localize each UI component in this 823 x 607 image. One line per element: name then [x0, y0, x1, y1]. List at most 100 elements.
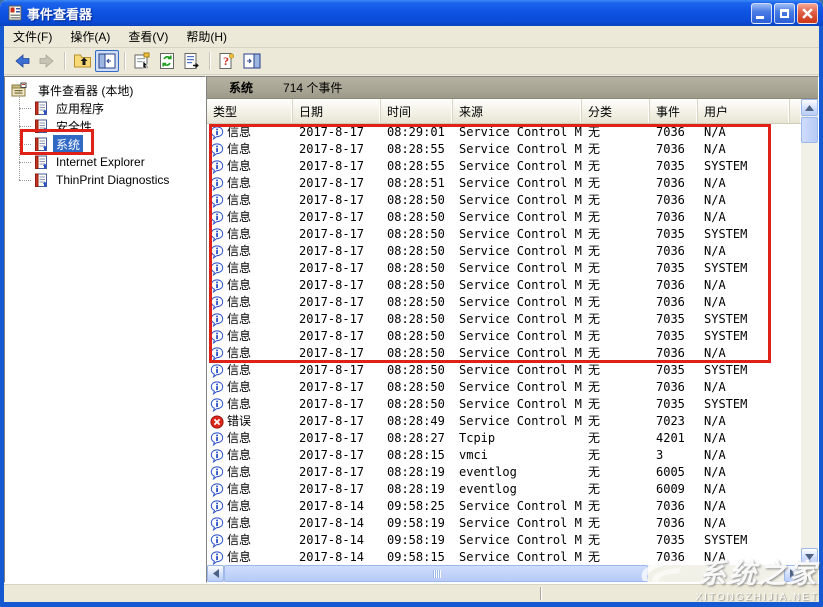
up-folder-button[interactable]	[70, 50, 94, 72]
event-user: N/A	[698, 124, 790, 141]
scroll-left-button[interactable]	[207, 565, 224, 582]
back-button[interactable]	[10, 50, 34, 72]
event-row[interactable]: 错误 2017-8-17 08:28:49 Service Control M.…	[207, 413, 801, 430]
tree-item-ThinPrint Diagnostics[interactable]: ThinPrint Diagnostics	[5, 171, 205, 189]
event-user: N/A	[698, 277, 790, 294]
event-id: 7036	[650, 277, 698, 294]
event-source: Service Control M...	[453, 277, 582, 294]
information-icon	[210, 296, 224, 310]
event-category: 无	[582, 430, 650, 447]
properties-button[interactable]	[130, 50, 154, 72]
information-icon	[210, 449, 224, 463]
scroll-up-button[interactable]	[801, 99, 818, 116]
event-row[interactable]: 信息 2017-8-14 09:58:19 Service Control M.…	[207, 515, 801, 532]
minimize-button[interactable]	[751, 3, 772, 24]
vertical-scrollbar[interactable]	[801, 99, 818, 565]
event-time: 09:58:25	[381, 498, 453, 515]
close-button[interactable]	[797, 3, 818, 24]
event-row[interactable]: 信息 2017-8-17 08:28:55 Service Control M.…	[207, 158, 801, 175]
event-id: 7036	[650, 515, 698, 532]
menu-bar: 文件(F) 操作(A) 查看(V) 帮助(H)	[4, 26, 819, 48]
column-header-source[interactable]: 来源	[453, 99, 582, 124]
vertical-scroll-thumb[interactable]	[801, 117, 818, 143]
event-row[interactable]: 信息 2017-8-17 08:28:50 Service Control M.…	[207, 311, 801, 328]
window-border-right	[819, 26, 823, 607]
horizontal-scrollbar[interactable]	[207, 565, 801, 582]
scroll-right-button[interactable]	[784, 565, 801, 582]
event-category: 无	[582, 277, 650, 294]
tree-item-Internet Explorer[interactable]: Internet Explorer	[5, 153, 205, 171]
event-category: 无	[582, 515, 650, 532]
horizontal-scroll-thumb[interactable]	[224, 565, 648, 582]
event-row[interactable]: 信息 2017-8-17 08:28:50 Service Control M.…	[207, 328, 801, 345]
event-row[interactable]: 信息 2017-8-17 08:28:51 Service Control M.…	[207, 175, 801, 192]
event-type: 信息	[227, 532, 251, 549]
event-row[interactable]: 信息 2017-8-17 08:28:50 Service Control M.…	[207, 226, 801, 243]
show-tree-button[interactable]	[95, 50, 119, 72]
column-header-user[interactable]: 用户	[698, 99, 790, 124]
event-user: SYSTEM	[698, 158, 790, 175]
information-icon	[210, 466, 224, 480]
event-row[interactable]: 信息 2017-8-17 08:28:27 Tcpip 无 4201 N/A	[207, 430, 801, 447]
event-row[interactable]: 信息 2017-8-17 08:28:15 vmci 无 3 N/A	[207, 447, 801, 464]
event-row[interactable]: 信息 2017-8-17 08:28:55 Service Control M.…	[207, 141, 801, 158]
title-bar[interactable]: 事件查看器	[0, 0, 823, 26]
event-date: 2017-8-17	[293, 362, 381, 379]
column-header-date[interactable]: 日期	[293, 99, 381, 124]
event-row[interactable]: 信息 2017-8-17 08:28:50 Service Control M.…	[207, 277, 801, 294]
event-source: Service Control M...	[453, 362, 582, 379]
event-row[interactable]: 信息 2017-8-17 08:28:19 eventlog 无 6005 N/…	[207, 464, 801, 481]
event-time: 08:28:50	[381, 396, 453, 413]
event-type: 信息	[227, 430, 251, 447]
event-user: N/A	[698, 243, 790, 260]
show-pane-button[interactable]	[240, 50, 264, 72]
column-header-event[interactable]: 事件	[650, 99, 698, 124]
event-row[interactable]: 信息 2017-8-17 08:28:50 Service Control M.…	[207, 243, 801, 260]
column-header-type[interactable]: 类型	[207, 99, 293, 124]
scroll-down-button[interactable]	[801, 548, 818, 565]
column-header-filler	[790, 99, 801, 124]
event-count: 714 个事件	[283, 79, 342, 96]
column-header-category[interactable]: 分类	[582, 99, 650, 124]
log-book-icon	[33, 118, 49, 134]
event-row[interactable]: 信息 2017-8-17 08:29:01 Service Control M.…	[207, 124, 801, 141]
menu-help[interactable]: 帮助(H)	[177, 25, 236, 48]
event-category: 无	[582, 464, 650, 481]
event-row[interactable]: 信息 2017-8-17 08:28:50 Service Control M.…	[207, 294, 801, 311]
help-button[interactable]: ?	[215, 50, 239, 72]
tree-item-安全性[interactable]: 安全性	[5, 117, 205, 135]
event-row[interactable]: 信息 2017-8-17 08:28:50 Service Control M.…	[207, 362, 801, 379]
column-header-time[interactable]: 时间	[381, 99, 453, 124]
event-row[interactable]: 信息 2017-8-17 08:28:50 Service Control M.…	[207, 396, 801, 413]
event-row[interactable]: 信息 2017-8-17 08:28:50 Service Control M.…	[207, 345, 801, 362]
menu-action[interactable]: 操作(A)	[61, 25, 119, 48]
refresh-button[interactable]	[155, 50, 179, 72]
event-date: 2017-8-17	[293, 413, 381, 430]
menu-view[interactable]: 查看(V)	[119, 25, 177, 48]
event-row[interactable]: 信息 2017-8-17 08:28:50 Service Control M.…	[207, 260, 801, 277]
tree-root-event-viewer[interactable]: 事件查看器 (本地)	[9, 81, 136, 99]
export-list-button[interactable]	[180, 50, 204, 72]
tree-item-系统[interactable]: 系统	[5, 135, 205, 153]
event-row[interactable]: 信息 2017-8-17 08:28:50 Service Control M.…	[207, 209, 801, 226]
event-time: 09:58:15	[381, 549, 453, 565]
event-category: 无	[582, 226, 650, 243]
event-row[interactable]: 信息 2017-8-14 09:58:25 Service Control M.…	[207, 498, 801, 515]
event-row[interactable]: 信息 2017-8-14 09:58:19 Service Control M.…	[207, 532, 801, 549]
app-icon	[7, 5, 23, 21]
tree-item-应用程序[interactable]: 应用程序	[5, 99, 205, 117]
event-row[interactable]: 信息 2017-8-17 08:28:19 eventlog 无 6009 N/…	[207, 481, 801, 498]
event-viewer-window: 事件查看器 文件(F) 操作(A) 查看(V) 帮助(H)	[0, 0, 823, 607]
event-row[interactable]: 信息 2017-8-17 08:28:50 Service Control M.…	[207, 192, 801, 209]
event-row[interactable]: 信息 2017-8-14 09:58:15 Service Control M.…	[207, 549, 801, 565]
event-row[interactable]: 信息 2017-8-17 08:28:50 Service Control M.…	[207, 379, 801, 396]
event-user: SYSTEM	[698, 396, 790, 413]
event-category: 无	[582, 311, 650, 328]
menu-file[interactable]: 文件(F)	[4, 25, 61, 48]
tree-item-label: 系统	[53, 135, 83, 154]
maximize-button[interactable]	[774, 3, 795, 24]
event-time: 09:58:19	[381, 532, 453, 549]
event-category: 无	[582, 243, 650, 260]
information-icon	[210, 143, 224, 157]
forward-button[interactable]	[35, 50, 59, 72]
